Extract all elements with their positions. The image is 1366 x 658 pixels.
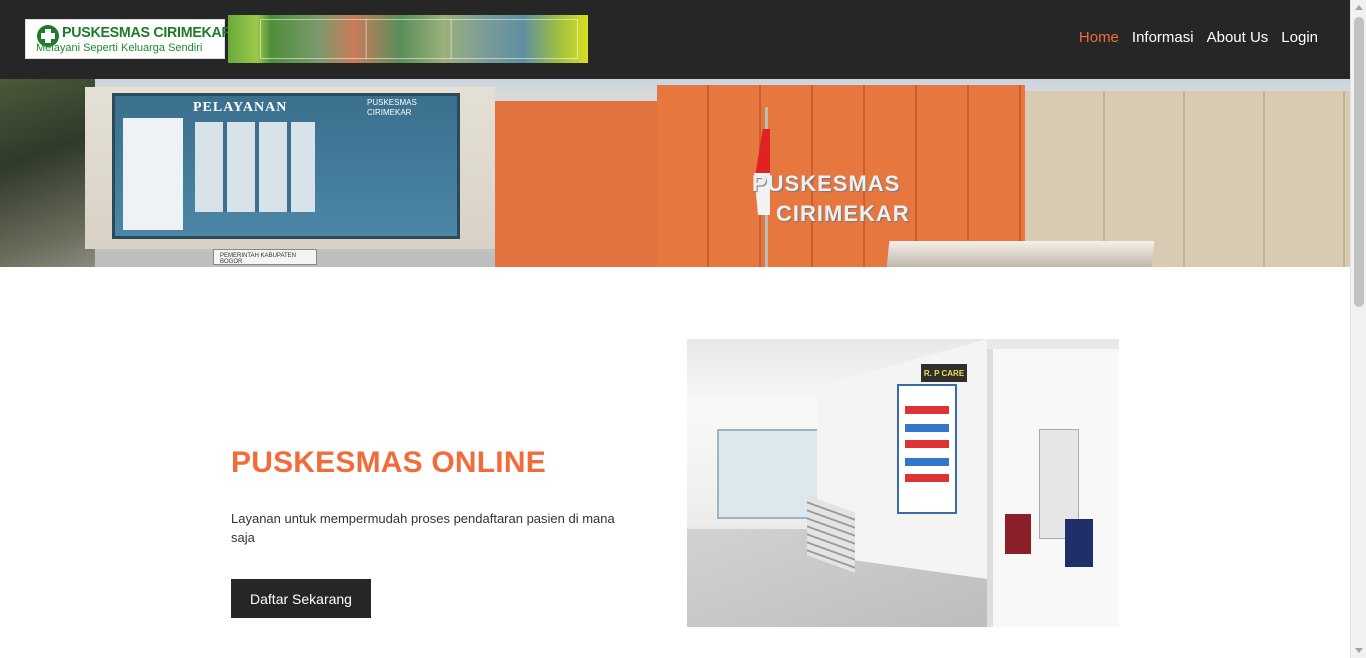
hero-image: PELAYANAN PUSKESMAS CIRIMEKAR PEMERINTAH… xyxy=(0,79,1350,267)
navbar: PUSKESMAS CIRIMEKAR Melayani Seperti Kel… xyxy=(0,0,1350,79)
photo-poster xyxy=(897,384,957,514)
nav-link-about-us[interactable]: About Us xyxy=(1207,29,1269,46)
hero-trees xyxy=(0,79,95,267)
hero-board-title: PELAYANAN xyxy=(193,100,288,115)
nav-link-informasi[interactable]: Informasi xyxy=(1132,29,1194,46)
banner-decoration xyxy=(548,15,588,63)
hero-roof xyxy=(886,241,1155,267)
logo-tagline: Melayani Seperti Keluarga Sendiri xyxy=(36,42,203,54)
hero-plate: PEMERINTAH KABUPATEN BOGOR xyxy=(213,249,317,265)
main-nav: Home Informasi About Us Login xyxy=(1079,29,1318,46)
hero-board-subtitle: PUSKESMAS CIRIMEKAR xyxy=(367,98,417,117)
photo-room-sign: R. P CARE xyxy=(921,364,967,382)
photo-chair-red xyxy=(1005,514,1031,554)
nav-link-login[interactable]: Login xyxy=(1281,29,1318,46)
hero-board-photos xyxy=(195,122,315,212)
page-title: PUSKESMAS ONLINE xyxy=(231,446,546,479)
hero-sign-line2: CIRIMEKAR xyxy=(776,201,910,226)
hero-board-chart xyxy=(123,118,183,230)
scroll-thumb[interactable] xyxy=(1354,17,1364,307)
hero-service-board: PELAYANAN PUSKESMAS CIRIMEKAR xyxy=(112,93,460,239)
scroll-down-arrow-icon[interactable] xyxy=(1355,648,1363,653)
photo-collage-banner xyxy=(228,15,588,63)
vertical-scrollbar[interactable] xyxy=(1350,0,1366,658)
hero-sign-line1: PUSKESMAS xyxy=(752,171,901,196)
photo-chair-blue xyxy=(1065,519,1093,567)
banner-photos xyxy=(260,19,578,59)
logo-title: PUSKESMAS CIRIMEKAR xyxy=(62,24,232,41)
clinic-interior-photo: R. P CARE xyxy=(687,339,1119,627)
nav-link-home[interactable]: Home xyxy=(1079,29,1119,46)
site-logo[interactable]: PUSKESMAS CIRIMEKAR Melayani Seperti Kel… xyxy=(25,19,232,59)
hero-orange-wall xyxy=(495,101,660,267)
hero-plate-text: PEMERINTAH KABUPATEN BOGOR xyxy=(220,253,297,265)
scroll-up-arrow-icon[interactable] xyxy=(1355,5,1363,10)
page-description: Layanan untuk mempermudah proses pendaft… xyxy=(231,511,615,545)
register-now-button[interactable]: Daftar Sekarang xyxy=(231,579,371,618)
